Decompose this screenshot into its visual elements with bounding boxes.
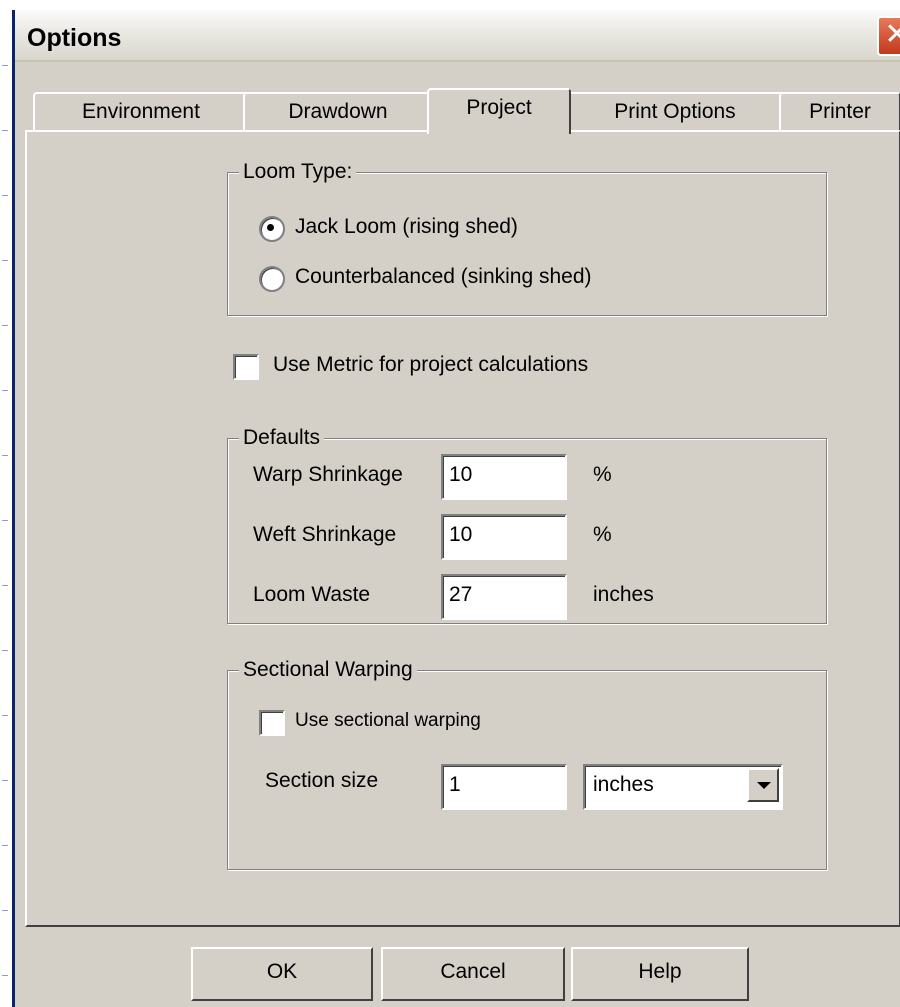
weft-shrinkage-label: Weft Shrinkage [253,523,397,546]
counterbalanced-label[interactable]: Counterbalanced (sinking shed) [295,264,592,290]
section-size-input[interactable]: 1 [441,764,567,810]
loom-waste-input[interactable]: 27 [441,574,567,620]
help-button[interactable]: Help [571,947,749,1001]
close-icon[interactable]: ✕ [877,16,900,56]
options-dialog: Options ✕ Environment Drawdown Project P… [12,10,900,1007]
use-sectional-warping-checkbox[interactable] [259,710,285,736]
tab-environment[interactable]: Environment [33,92,249,132]
weft-shrinkage-input[interactable]: 10 [441,514,567,560]
project-tab-panel: Loom Type: Jack Loom (rising shed) Count… [25,130,900,927]
sectional-warping-legend: Sectional Warping [239,658,417,682]
ok-button[interactable]: OK [191,947,373,1001]
loom-type-legend: Loom Type: [239,160,357,184]
tab-drawdown[interactable]: Drawdown [243,92,433,132]
tab-project[interactable]: Project [427,88,571,134]
defaults-legend: Defaults [239,426,325,450]
section-size-unit-select[interactable]: inches [583,764,783,810]
counterbalanced-radio[interactable] [259,266,285,292]
jack-loom-label[interactable]: Jack Loom (rising shed) [295,214,518,240]
loom-waste-label: Loom Waste [253,583,371,606]
warp-shrinkage-unit: % [593,463,612,486]
section-size-label: Section size [265,769,379,792]
loom-type-group [227,172,827,316]
title-bar[interactable]: Options ✕ [15,10,900,62]
cancel-button[interactable]: Cancel [381,947,565,1001]
warp-shrinkage-input[interactable]: 10 [441,454,567,500]
weft-shrinkage-unit: % [593,523,612,546]
tab-printer[interactable]: Printer [779,92,900,132]
tab-print-options[interactable]: Print Options [565,92,785,132]
use-metric-checkbox[interactable] [233,354,259,380]
jack-loom-radio[interactable] [259,216,285,242]
section-size-unit-value: inches [593,773,654,796]
chevron-down-icon[interactable] [747,768,779,802]
use-metric-label[interactable]: Use Metric for project calculations [273,352,588,378]
dialog-title: Options [27,24,122,52]
use-sectional-warping-label[interactable]: Use sectional warping [295,708,481,734]
warp-shrinkage-label: Warp Shrinkage [253,463,403,486]
desktop-background-edge [0,0,12,1007]
loom-waste-unit: inches [593,583,654,606]
